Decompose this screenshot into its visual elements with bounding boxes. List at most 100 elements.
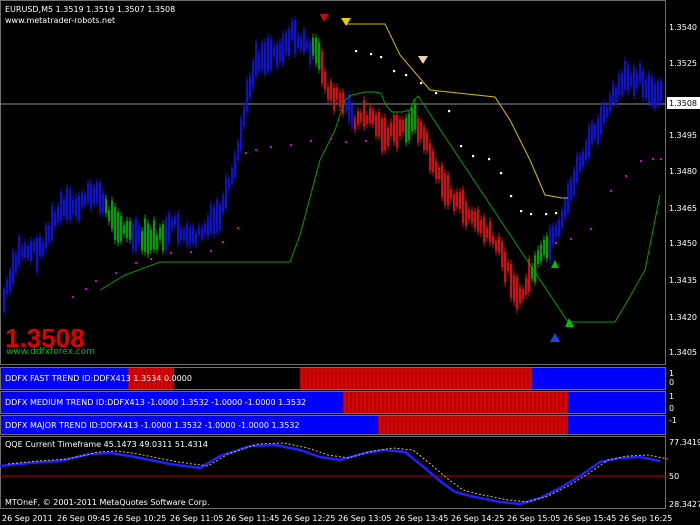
dot-magenta xyxy=(345,141,347,143)
dot-white xyxy=(555,212,558,215)
dot-magenta xyxy=(570,238,572,240)
candle-body xyxy=(627,65,630,92)
candle-body xyxy=(606,108,609,118)
candle-body xyxy=(123,225,126,234)
candle-body xyxy=(402,120,405,133)
fast-trend-svg: DDFX FAST TREND ID:DDFX413 1.3534 0.0000… xyxy=(0,367,674,390)
candle-body xyxy=(306,40,309,49)
candle-body xyxy=(636,73,639,88)
dot-magenta xyxy=(660,158,662,160)
dot-magenta xyxy=(115,272,117,274)
candle-body xyxy=(333,87,336,111)
candle-body xyxy=(654,84,657,108)
candle-body xyxy=(483,217,486,243)
dot-white xyxy=(488,158,491,161)
candle-body xyxy=(360,112,363,122)
candle-body xyxy=(51,205,54,240)
medium-trend-pane[interactable]: DDFX MEDIUM TREND ID:DDFX413 -1.0000 1.3… xyxy=(0,391,700,415)
trend-bar-gap xyxy=(174,368,300,390)
candle-body xyxy=(48,226,51,242)
candle-body xyxy=(237,142,240,161)
candle-body xyxy=(603,102,606,123)
candle-body xyxy=(522,288,525,299)
candle-body xyxy=(27,245,30,258)
fast-trend-label: DDFX FAST TREND ID:DDFX413 1.3534 0.0000 xyxy=(5,374,192,383)
candle-body xyxy=(486,227,489,238)
price-tick: 1.3405 xyxy=(669,348,697,357)
major-trend-svg: DDFX MAJOR TREND ID:DDFX413 -1.0000 1.35… xyxy=(0,415,677,435)
candle-body xyxy=(354,118,357,130)
candle-body xyxy=(297,35,300,48)
candle-body xyxy=(9,270,12,292)
candle-body xyxy=(291,21,294,40)
candle-body xyxy=(87,183,90,202)
candle-body xyxy=(495,240,498,252)
dot-magenta xyxy=(135,262,137,264)
candle-body xyxy=(171,219,174,229)
candle-body xyxy=(414,103,417,130)
candle-body xyxy=(489,221,492,243)
dot-white xyxy=(393,70,396,73)
candle-body xyxy=(24,242,27,258)
candle-body xyxy=(135,218,138,252)
time-tick: 26 Sep 2011 xyxy=(2,514,53,523)
candle-body xyxy=(252,61,255,87)
candle-body xyxy=(117,212,120,243)
candle-body xyxy=(618,74,621,95)
candle-body xyxy=(651,77,654,107)
candle-body xyxy=(42,242,45,256)
major-trend-pane[interactable]: DDFX MAJOR TREND ID:DDFX413 -1.0000 1.35… xyxy=(0,415,700,436)
dot-magenta xyxy=(85,288,87,290)
candle-body xyxy=(465,202,468,227)
qqe-pane[interactable]: QQE Current Timeframe 45.1473 49.0311 51… xyxy=(0,436,700,509)
candle-body xyxy=(159,227,162,240)
candle-body xyxy=(183,229,186,239)
candle-body xyxy=(435,161,438,180)
dot-white xyxy=(520,210,523,213)
candle-body xyxy=(21,246,24,257)
candle-body xyxy=(441,165,444,198)
candle-body xyxy=(357,111,360,125)
candle-body xyxy=(39,236,42,256)
candle-body xyxy=(210,205,213,233)
candle-body xyxy=(552,226,555,244)
candle-body xyxy=(324,71,327,90)
candle-body xyxy=(600,106,603,134)
dot-magenta xyxy=(72,296,74,298)
candle-body xyxy=(6,279,9,294)
time-tick: 26 Sep 12:25 xyxy=(282,514,335,523)
arrow-down-white-icon xyxy=(418,56,428,64)
dot-magenta xyxy=(95,280,97,282)
arrow-down-red-icon xyxy=(320,14,328,22)
candle-body xyxy=(621,72,624,96)
candle-body xyxy=(234,153,237,178)
fast-trend-pane[interactable]: DDFX FAST TREND ID:DDFX413 1.3534 0.0000… xyxy=(0,366,700,391)
time-tick: 26 Sep 11:05 xyxy=(170,514,223,523)
candle-body xyxy=(132,223,135,251)
candle-body xyxy=(573,169,576,196)
candle-body xyxy=(231,167,234,184)
candle-body xyxy=(144,218,147,253)
dot-white xyxy=(545,213,548,216)
candle-body xyxy=(186,224,189,246)
candle-body xyxy=(375,114,378,136)
candle-body xyxy=(126,220,129,239)
candle-body xyxy=(189,227,192,245)
candle-body xyxy=(645,79,648,99)
candle-body xyxy=(201,228,204,239)
candle-body xyxy=(633,67,636,97)
candle-body xyxy=(429,142,432,171)
time-tick: 26 Sep 15:05 xyxy=(507,514,560,523)
candle-body xyxy=(105,198,108,214)
candle-body xyxy=(12,252,15,284)
candle-body xyxy=(255,42,258,76)
candle-body xyxy=(66,188,69,221)
candle-body xyxy=(330,81,333,101)
candle-body xyxy=(60,192,63,221)
price-tick: 1.3450 xyxy=(669,239,697,248)
scale-label: 0 xyxy=(669,378,674,387)
dot-magenta xyxy=(330,138,332,140)
price-chart-pane[interactable]: EURUSD,M5 1.3519 1.3519 1.3507 1.3508 ww… xyxy=(0,0,700,365)
candle-body xyxy=(594,124,597,139)
candle-body xyxy=(387,127,390,147)
